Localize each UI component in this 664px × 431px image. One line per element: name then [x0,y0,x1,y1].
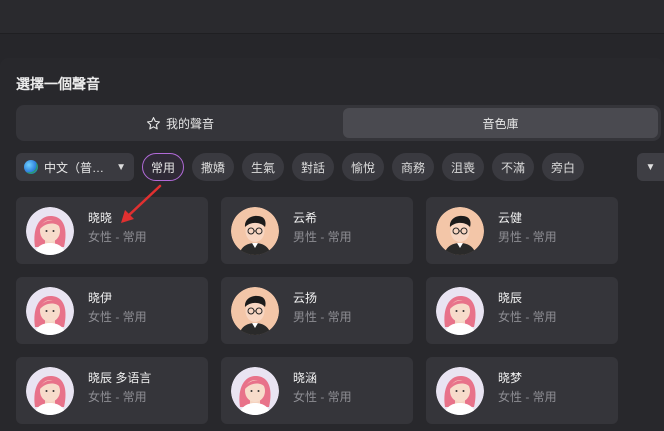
dialog-title: 選擇一個聲音 [16,76,100,92]
language-select-value: 中文（普… [44,160,105,175]
female-avatar [26,367,74,415]
chevron-down-icon: ▼ [645,161,656,173]
voice-name: 晓辰 [498,291,523,305]
voice-meta: 男性 - 常用 [293,310,352,324]
voice-meta: 女性 - 常用 [498,310,557,324]
tag-chip-common[interactable]: 常用 [142,153,184,181]
voice-name: 晓梦 [498,371,523,385]
voice-name: 晓晓 [88,211,113,225]
male-avatar [231,207,279,255]
language-select[interactable]: 中文（普… ▼ [16,153,134,181]
female-avatar [436,367,484,415]
male-avatar [436,207,484,255]
tab-voice-library-label: 音色庫 [482,116,519,131]
tag-chip-coquettish[interactable]: 撒嬌 [192,153,234,181]
tag-chip-narration[interactable]: 旁白 [542,153,584,181]
female-avatar [26,287,74,335]
voice-meta: 女性 - 常用 [293,390,352,404]
tab-my-voices-label: 我的聲音 [165,116,214,131]
globe-icon [24,160,38,174]
voice-meta: 男性 - 常用 [498,230,557,244]
tag-chip-cheerful[interactable]: 愉悅 [342,153,384,181]
tab-voice-library[interactable]: 音色庫 [343,108,658,138]
voice-card[interactable]: 晓梦 女性 - 常用 [426,357,618,424]
male-avatar [231,287,279,335]
voice-card[interactable]: 晓伊 女性 - 常用 [16,277,208,344]
voice-source-tabs: 我的聲音 音色庫 [16,105,661,141]
voice-name: 云扬 [293,291,318,305]
tag-chip-dialogue[interactable]: 對話 [292,153,334,181]
female-avatar [26,207,74,255]
voice-meta: 女性 - 常用 [498,390,557,404]
voice-name: 云健 [498,211,523,225]
voice-card[interactable]: 晓辰 多语言 女性 - 常用 [16,357,208,424]
voice-card[interactable]: 云健 男性 - 常用 [426,197,618,264]
voice-meta: 女性 - 常用 [88,390,147,404]
voice-card[interactable]: 晓晓 女性 - 常用 [16,197,208,264]
chevron-down-icon: ▼ [116,161,126,173]
voice-meta: 女性 - 常用 [88,310,147,324]
voice-card[interactable]: 晓辰 女性 - 常用 [426,277,618,344]
voice-name: 云希 [293,211,318,225]
tag-chip-dissatisfied[interactable]: 不滿 [492,153,534,181]
voice-card[interactable]: 云扬 男性 - 常用 [221,277,413,344]
voice-name: 晓涵 [293,371,318,385]
female-avatar [231,367,279,415]
tag-chip-business[interactable]: 商務 [392,153,434,181]
voice-name: 晓辰 多语言 [88,371,152,385]
voice-meta: 女性 - 常用 [88,230,147,244]
top-bar [0,0,664,34]
tag-chip-depressed[interactable]: 沮喪 [442,153,484,181]
voice-name: 晓伊 [88,291,113,305]
female-avatar [436,287,484,335]
voice-card[interactable]: 云希 男性 - 常用 [221,197,413,264]
voice-meta: 男性 - 常用 [293,230,352,244]
star-icon [146,116,160,129]
more-tags-button[interactable]: ▼ [637,153,664,181]
voice-card[interactable]: 晓涵 女性 - 常用 [221,357,413,424]
tab-my-voices[interactable]: 我的聲音 [20,108,340,138]
tag-chip-angry[interactable]: 生氣 [242,153,284,181]
